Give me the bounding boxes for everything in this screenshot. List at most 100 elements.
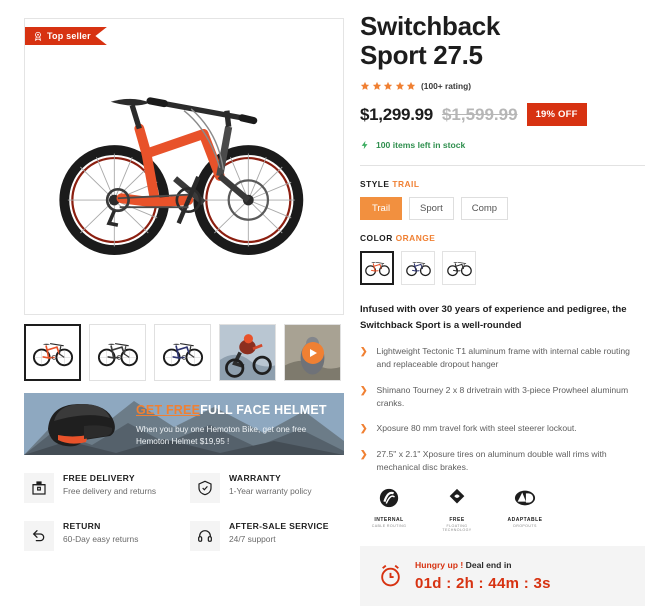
style-options[interactable]: Trail Sport Comp [360,197,645,220]
service-free-delivery: FREE DELIVERY Free delivery and returns [24,473,182,503]
chevron-right-icon: ❯ [360,422,368,436]
deal-heading: Hungry up ! Deal end in [415,560,551,570]
rating-row[interactable]: (100+ rating) [360,81,645,91]
bike-mini-black-icon [96,337,140,369]
color-label-value: ORANGE [396,233,436,243]
service-subtitle: Free delivery and returns [63,486,156,496]
stock-text: 100 items left in stock [376,140,465,150]
chevron-right-icon: ❯ [360,448,368,475]
service-warranty: WARRANTY 1-Year warranty policy [190,473,348,503]
play-icon[interactable] [302,342,324,364]
gallery-column: Top seller [0,0,352,573]
tech-badge-internal-routing: INTERNAL CABLE ROUTING [366,487,412,532]
tech-badge-subtitle: CABLE ROUTING [366,524,412,528]
bike-mini-blue-icon [161,337,205,369]
helmet-image [38,399,124,451]
product-description: Infused with over 30 years of experience… [360,302,645,333]
top-seller-label: Top seller [47,31,91,41]
stock-status: 100 items left in stock [360,139,645,151]
tech-badge-free-floating: FREE FLOATING TECHNOLOGY [434,487,480,532]
star-icon [395,81,405,91]
thumbnail-video[interactable] [284,324,341,381]
feature-item: ❯ Shimano Tourney 2 x 8 drivetrain with … [360,384,645,411]
star-icon [360,81,370,91]
service-after-sale: AFTER-SALE SERVICE 24/7 support [190,521,348,551]
deal-end-text: Deal end in [466,560,512,570]
style-option-label: STYLE TRAIL [360,179,645,189]
star-icon [372,81,382,91]
deal-countdown: Hungry up ! Deal end in 01d : 2h : 44m :… [360,546,645,606]
tech-badge-adaptable: ADAPTABLE DROPOUTS [502,487,548,532]
feature-text: Xposure 80 mm travel fork with steel ste… [377,422,577,436]
bike-mini-orange-icon [31,337,75,369]
thumbnail-bike-black[interactable] [89,324,146,381]
bike-swatch-orange-icon [364,258,391,278]
feature-text: 27.5" x 2.1" Xposure tires on aluminum d… [377,448,645,475]
promo-heading-highlight: GET FREE [136,403,200,417]
service-title: RETURN [63,521,138,531]
style-option-sport[interactable]: Sport [409,197,454,220]
adaptable-icon [514,487,536,509]
promo-heading: GET FREEFULL FACE HELMET [136,404,336,417]
star-rating [360,81,416,91]
style-option-trail[interactable]: Trail [360,197,402,220]
rider-photo-icon [220,325,275,380]
deal-timer: 01d : 2h : 44m : 3s [415,575,551,592]
service-return: RETURN 60-Day easy returns [24,521,182,551]
shield-icon [190,473,220,503]
service-subtitle: 1-Year warranty policy [229,486,312,496]
service-title: AFTER-SALE SERVICE [229,521,329,531]
deal-hurry-text: Hungry up ! [415,560,463,570]
discount-badge: 19% OFF [527,103,587,126]
promo-subtext: When you buy one Hemoton Bike, get one f… [136,424,336,449]
color-swatch-orange[interactable] [360,251,394,285]
bike-illustration [25,19,343,314]
feature-item: ❯ 27.5" x 2.1" Xposure tires on aluminum… [360,448,645,475]
price-row: $1,299.99 $1,599.99 19% OFF [360,103,645,126]
rating-count-label: (100+ rating) [421,81,471,91]
tech-badges: INTERNAL CABLE ROUTING FREE FLOATING TEC… [360,487,645,532]
current-price: $1,299.99 [360,105,433,125]
chevron-right-icon: ❯ [360,345,368,372]
color-options[interactable] [360,251,645,285]
tech-badge-subtitle: DROPOUTS [502,524,548,528]
product-title-line2: Sport 27.5 [360,41,645,70]
star-icon [383,81,393,91]
divider [360,165,645,166]
promo-banner[interactable]: GET FREEFULL FACE HELMET When you buy on… [24,393,344,455]
color-swatch-blue[interactable] [401,251,435,285]
feature-item: ❯ Xposure 80 mm travel fork with steel s… [360,422,645,436]
product-info-column: Switchback Sport 27.5 (100+ rating) $1,2… [352,0,661,573]
thumbnail-strip[interactable] [24,324,344,381]
medal-icon [33,31,43,41]
style-option-comp[interactable]: Comp [461,197,508,220]
main-product-image[interactable]: Top seller [24,18,344,315]
page-title: Switchback Sport 27.5 [360,12,645,70]
style-label-value: TRAIL [392,179,419,189]
promo-text: GET FREEFULL FACE HELMET When you buy on… [136,404,336,448]
service-title: FREE DELIVERY [63,473,156,483]
chevron-right-icon: ❯ [360,384,368,411]
star-icon [406,81,416,91]
thumbnail-bike-blue[interactable] [154,324,211,381]
product-title-line1: Switchback [360,12,645,41]
thumbnail-bike-orange[interactable] [24,324,81,381]
product-page: Top seller [0,0,661,573]
thumbnail-rider-photo[interactable] [219,324,276,381]
service-title: WARRANTY [229,473,312,483]
bike-swatch-blue-icon [405,258,432,278]
color-swatch-black[interactable] [442,251,476,285]
internal-routing-icon [378,487,400,509]
feature-list: ❯ Lightweight Tectonic T1 aluminum frame… [360,345,645,475]
service-subtitle: 60-Day easy returns [63,534,138,544]
feature-text: Shimano Tourney 2 x 8 drivetrain with 3-… [377,384,645,411]
promo-heading-rest: FULL FACE HELMET [200,403,327,417]
tech-badge-title: ADAPTABLE [502,517,548,523]
package-icon [24,473,54,503]
color-option-label: COLOR ORANGE [360,233,645,243]
services-grid: FREE DELIVERY Free delivery and returns … [24,473,348,551]
service-subtitle: 24/7 support [229,534,329,544]
feature-item: ❯ Lightweight Tectonic T1 aluminum frame… [360,345,645,372]
top-seller-badge: Top seller [25,27,107,45]
headset-icon [190,521,220,551]
